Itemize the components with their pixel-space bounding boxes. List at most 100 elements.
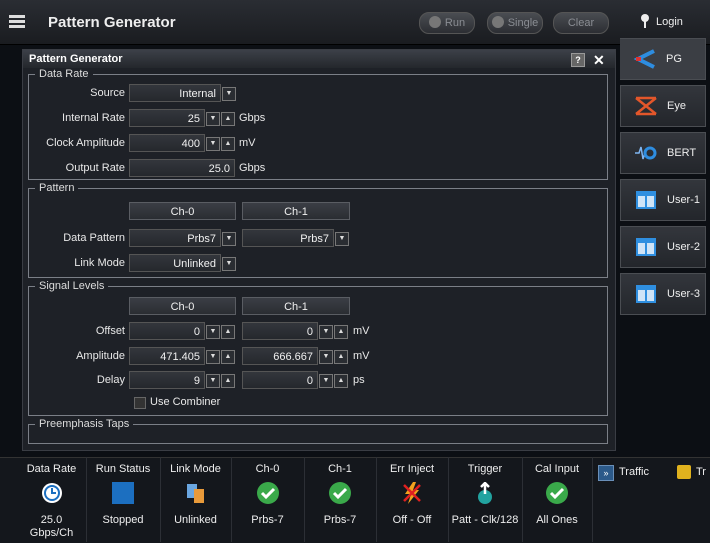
internal-rate-input[interactable]: 25 — [129, 109, 205, 127]
status-cal-input[interactable]: Cal Input All Ones — [522, 457, 593, 542]
login-button[interactable]: Login — [640, 14, 683, 28]
menu-icon[interactable] — [9, 15, 25, 29]
source-select[interactable]: Internal — [129, 84, 221, 102]
status-ch0-title: Ch-0 — [255, 463, 280, 475]
delay-unit: ps — [353, 374, 365, 386]
clear-button[interactable]: Clear — [553, 12, 609, 34]
bert-icon — [635, 146, 657, 160]
close-icon[interactable]: ✕ — [593, 51, 605, 69]
data-pattern-ch0-dropdown-icon[interactable]: ▼ — [222, 232, 236, 246]
tab-user-3[interactable]: User-3 — [620, 273, 706, 315]
internal-rate-value: 25 — [187, 113, 200, 125]
status-err-inject-title: Err Inject — [389, 463, 434, 475]
amplitude-ch1-input[interactable]: 666.667 — [242, 347, 318, 365]
table-icon — [636, 285, 656, 303]
tab-eye-label: Eye — [667, 100, 686, 112]
offset-unit: mV — [353, 325, 370, 337]
output-rate-label: Output Rate — [65, 162, 125, 174]
run-indicator-icon — [428, 16, 441, 28]
status-ch1[interactable]: Ch-1 Prbs-7 — [304, 457, 377, 542]
login-label: Login — [656, 16, 683, 28]
top-bar: Pattern Generator Run Single Clear Login — [0, 0, 710, 45]
panel-title: Pattern Generator — [29, 53, 123, 65]
source-dropdown-icon[interactable]: ▼ — [222, 87, 236, 101]
status-link-mode-title: Link Mode — [170, 463, 221, 475]
offset-ch0-input[interactable]: 0 — [129, 322, 205, 340]
tab-user-2[interactable]: User-2 — [620, 226, 706, 268]
tab-eye[interactable]: Eye — [620, 85, 706, 127]
pattern-ch0-header: Ch-0 — [129, 202, 236, 220]
signal-ch1-header: Ch-1 — [242, 297, 350, 315]
amplitude-ch0-up-icon[interactable]: ▲ — [221, 350, 235, 364]
clock-amplitude-value: 400 — [181, 138, 200, 150]
panel-titlebar: Pattern Generator ? ✕ — [23, 50, 615, 68]
link-mode-dropdown-icon[interactable]: ▼ — [222, 257, 236, 271]
data-pattern-label: Data Pattern — [63, 232, 125, 244]
traffic-secondary-label[interactable]: Tr — [696, 466, 706, 478]
clock-amplitude-up-icon[interactable]: ▲ — [221, 137, 235, 151]
status-data-rate-unit: Gbps/Ch — [29, 527, 74, 539]
amplitude-ch1-down-icon[interactable]: ▼ — [319, 350, 333, 364]
output-rate-unit: Gbps — [239, 162, 266, 174]
offset-ch0-up-icon[interactable]: ▲ — [221, 325, 235, 339]
amplitude-ch0-down-icon[interactable]: ▼ — [206, 350, 220, 364]
offset-ch1-up-icon[interactable]: ▲ — [334, 325, 348, 339]
offset-ch1-down-icon[interactable]: ▼ — [319, 325, 333, 339]
status-trigger[interactable]: Trigger Patt - Clk/128 — [448, 457, 523, 542]
offset-ch1-input[interactable]: 0 — [242, 322, 318, 340]
delay-ch1-input[interactable]: 0 — [242, 371, 318, 389]
amplitude-ch0-input[interactable]: 471.405 — [129, 347, 205, 365]
status-err-inject[interactable]: Err Inject Off - Off — [376, 457, 449, 542]
data-pattern-ch0-value: Prbs7 — [187, 233, 216, 245]
offset-ch0-down-icon[interactable]: ▼ — [206, 325, 220, 339]
tab-user-3-label: User-3 — [667, 288, 701, 300]
data-pattern-ch1-dropdown-icon[interactable]: ▼ — [335, 232, 349, 246]
tab-pg[interactable]: PG — [620, 38, 706, 80]
delay-ch1-up-icon[interactable]: ▲ — [334, 374, 348, 388]
status-data-rate[interactable]: Data Rate 25.0 Gbps/Ch — [17, 457, 87, 542]
internal-rate-down-icon[interactable]: ▼ — [206, 112, 220, 126]
expand-right-icon[interactable]: » — [598, 465, 614, 481]
clock-amplitude-input[interactable]: 400 — [129, 134, 205, 152]
link-mode-value: Unlinked — [173, 258, 216, 270]
message-icon[interactable] — [677, 465, 691, 479]
tab-user-1[interactable]: User-1 — [620, 179, 706, 221]
data-rate-legend: Data Rate — [39, 68, 89, 80]
delay-ch0-down-icon[interactable]: ▼ — [206, 374, 220, 388]
tab-user-1-label: User-1 — [667, 194, 701, 206]
tab-pg-label: PG — [666, 53, 682, 65]
internal-rate-unit: Gbps — [239, 112, 266, 124]
data-pattern-ch0-select[interactable]: Prbs7 — [129, 229, 221, 247]
pattern-ch1-header: Ch-1 — [242, 202, 350, 220]
use-combiner-checkbox[interactable] — [134, 397, 146, 409]
status-ch1-value: Prbs-7 — [323, 514, 357, 526]
status-ch0[interactable]: Ch-0 Prbs-7 — [231, 457, 305, 542]
tab-bert-label: BERT — [667, 147, 697, 159]
status-cal-input-value: All Ones — [536, 514, 578, 526]
status-trigger-value: Patt - Clk/128 — [451, 514, 519, 526]
amplitude-ch1-up-icon[interactable]: ▲ — [334, 350, 348, 364]
check-icon — [256, 482, 279, 504]
run-button[interactable]: Run — [419, 12, 475, 34]
delay-ch1-down-icon[interactable]: ▼ — [319, 374, 333, 388]
tab-bert[interactable]: BERT — [620, 132, 706, 174]
key-icon — [640, 14, 650, 28]
help-button[interactable]: ? — [571, 53, 585, 67]
signal-levels-legend: Signal Levels — [39, 280, 105, 292]
status-link-mode[interactable]: Link Mode Unlinked — [160, 457, 232, 542]
pattern-legend: Pattern — [39, 182, 75, 194]
link-mode-select[interactable]: Unlinked — [129, 254, 221, 272]
internal-rate-up-icon[interactable]: ▲ — [221, 112, 235, 126]
traffic-label[interactable]: Traffic — [619, 466, 649, 478]
delay-ch0-input[interactable]: 9 — [129, 371, 205, 389]
clock-amplitude-down-icon[interactable]: ▼ — [206, 137, 220, 151]
status-data-rate-title: Data Rate — [26, 463, 77, 475]
clock-icon — [41, 483, 62, 503]
table-icon — [636, 238, 656, 256]
preemphasis-taps-legend: Preemphasis Taps — [39, 418, 130, 430]
status-ch1-title: Ch-1 — [328, 463, 352, 475]
status-run[interactable]: Run Status Stopped — [86, 457, 161, 542]
data-pattern-ch1-select[interactable]: Prbs7 — [242, 229, 334, 247]
delay-ch0-up-icon[interactable]: ▲ — [221, 374, 235, 388]
single-button[interactable]: Single — [487, 12, 543, 34]
